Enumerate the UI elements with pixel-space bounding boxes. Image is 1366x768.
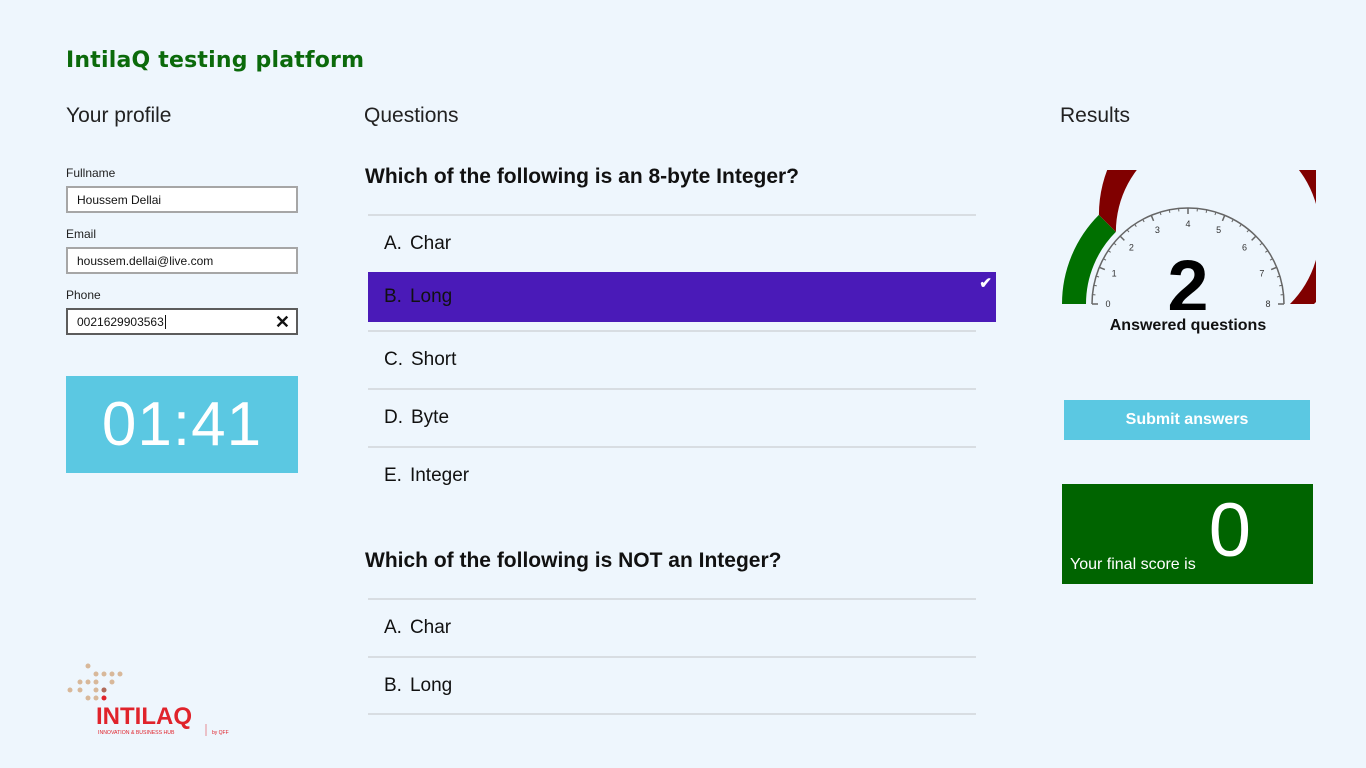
option-label: Char [409,616,452,638]
intilaq-logo: INTILAQ INNOVATION & BUSINESS HUB by QFF [67,663,229,736]
score-label: Your final score is [1070,556,1196,573]
answer-option-selected[interactable]: B. Long ✔ [368,272,996,322]
fullname-field[interactable]: Houssem Dellai [66,186,298,213]
gauge-major-tick [1099,266,1106,271]
gauge-tick-label: 3 [1155,225,1160,235]
gauge-minor-tick [1269,258,1273,261]
gauge-minor-tick [1093,284,1097,287]
submit-answers-button[interactable]: Submit answers [1064,400,1310,440]
option-letter: E. [384,464,402,486]
option-label: Char [409,232,452,254]
gauge-tick-label: 4 [1185,219,1190,229]
option-label: Long [409,286,453,307]
fullname-value: Houssem Dellai [77,192,162,207]
option-letter: C. [384,348,403,370]
answer-option[interactable]: E. Integer [368,446,976,503]
answer-option[interactable]: A. Char [368,598,976,655]
gauge-minor-tick [1246,229,1250,233]
question-text: Which of the following is NOT an Integer… [365,549,782,572]
answer-option[interactable]: D. Byte [368,388,976,445]
results-heading: Results [1060,104,1131,127]
phone-value: 0021629903563 [77,314,164,329]
gauge-minor-tick [1239,223,1242,227]
gauge-tick-label: 5 [1216,225,1221,235]
option-label: Integer [409,464,470,486]
gauge-major-tick [1119,235,1125,241]
final-score-panel: Your final score is 0 [1062,484,1313,584]
gauge-major-tick [1150,215,1155,222]
countdown-timer: 01:41 [66,376,298,473]
email-field[interactable]: houssem.dellai@live.com [66,247,298,274]
gauge-major-tick [1270,266,1277,271]
close-icon[interactable]: ✕ [275,312,290,332]
option-label: Long [409,674,453,696]
logo-by: by QFF [212,730,229,736]
option-label: Short [411,348,457,370]
gauge-minor-tick [1142,219,1145,223]
gauge-major-tick [1221,215,1226,222]
gauge-minor-tick [1259,242,1263,246]
gauge-minor-tick [1279,284,1283,287]
answer-option[interactable]: A. Char [368,214,976,271]
logo-wordmark: INTILAQ [96,703,192,730]
gauge-minor-tick [1134,223,1137,227]
gauge-minor-tick [1113,242,1117,246]
gauge-value: 2 [1167,245,1208,310]
gauge-tick-label: 2 [1129,242,1134,252]
answered-gauge: 0123456782 [1062,170,1316,310]
fullname-label: Fullname [66,166,116,180]
checkmark-icon: ✔ [979,275,992,292]
text-caret [164,314,166,329]
list-divider [368,713,976,715]
gauge-minor-tick [1231,219,1234,223]
score-value: 0 [1208,488,1251,573]
logo-tagline: INNOVATION & BUSINESS HUB [98,730,175,736]
email-label: Email [66,227,97,241]
gauge-minor-tick [1126,229,1130,233]
gauge-tick-label: 6 [1242,242,1247,252]
app-title: IntilaQ testing platform [66,48,365,73]
email-value: houssem.dellai@live.com [77,253,214,268]
gauge-value-arc [1062,214,1116,304]
option-label: Byte [411,406,450,428]
gauge-minor-tick [1107,250,1111,253]
question-text: Which of the following is an 8-byte Inte… [365,165,800,188]
gauge-minor-tick [1265,250,1269,253]
gauge-tick-label: 0 [1105,299,1110,309]
option-letter: B. [384,286,402,307]
phone-label: Phone [66,288,101,302]
gauge-minor-tick [1205,209,1208,213]
option-letter: A. [384,232,402,254]
phone-field[interactable]: 0021629903563 ✕ [66,308,298,335]
gauge-caption: Answered questions [1109,317,1267,334]
profile-heading: Your profile [66,104,172,127]
gauge-tick-label: 7 [1259,268,1264,278]
option-letter: A. [384,616,402,638]
gauge-minor-tick [1103,258,1107,261]
gauge-major-tick [1251,235,1257,241]
answer-option[interactable]: B. Long [368,656,976,713]
gauge-tick-label: 8 [1265,299,1270,309]
option-letter: B. [384,674,402,696]
answer-option[interactable]: C. Short [368,330,976,387]
option-letter: D. [384,406,403,428]
gauge-minor-tick [1168,209,1171,213]
gauge-tick-label: 1 [1112,268,1117,278]
questions-heading: Questions [364,104,459,127]
